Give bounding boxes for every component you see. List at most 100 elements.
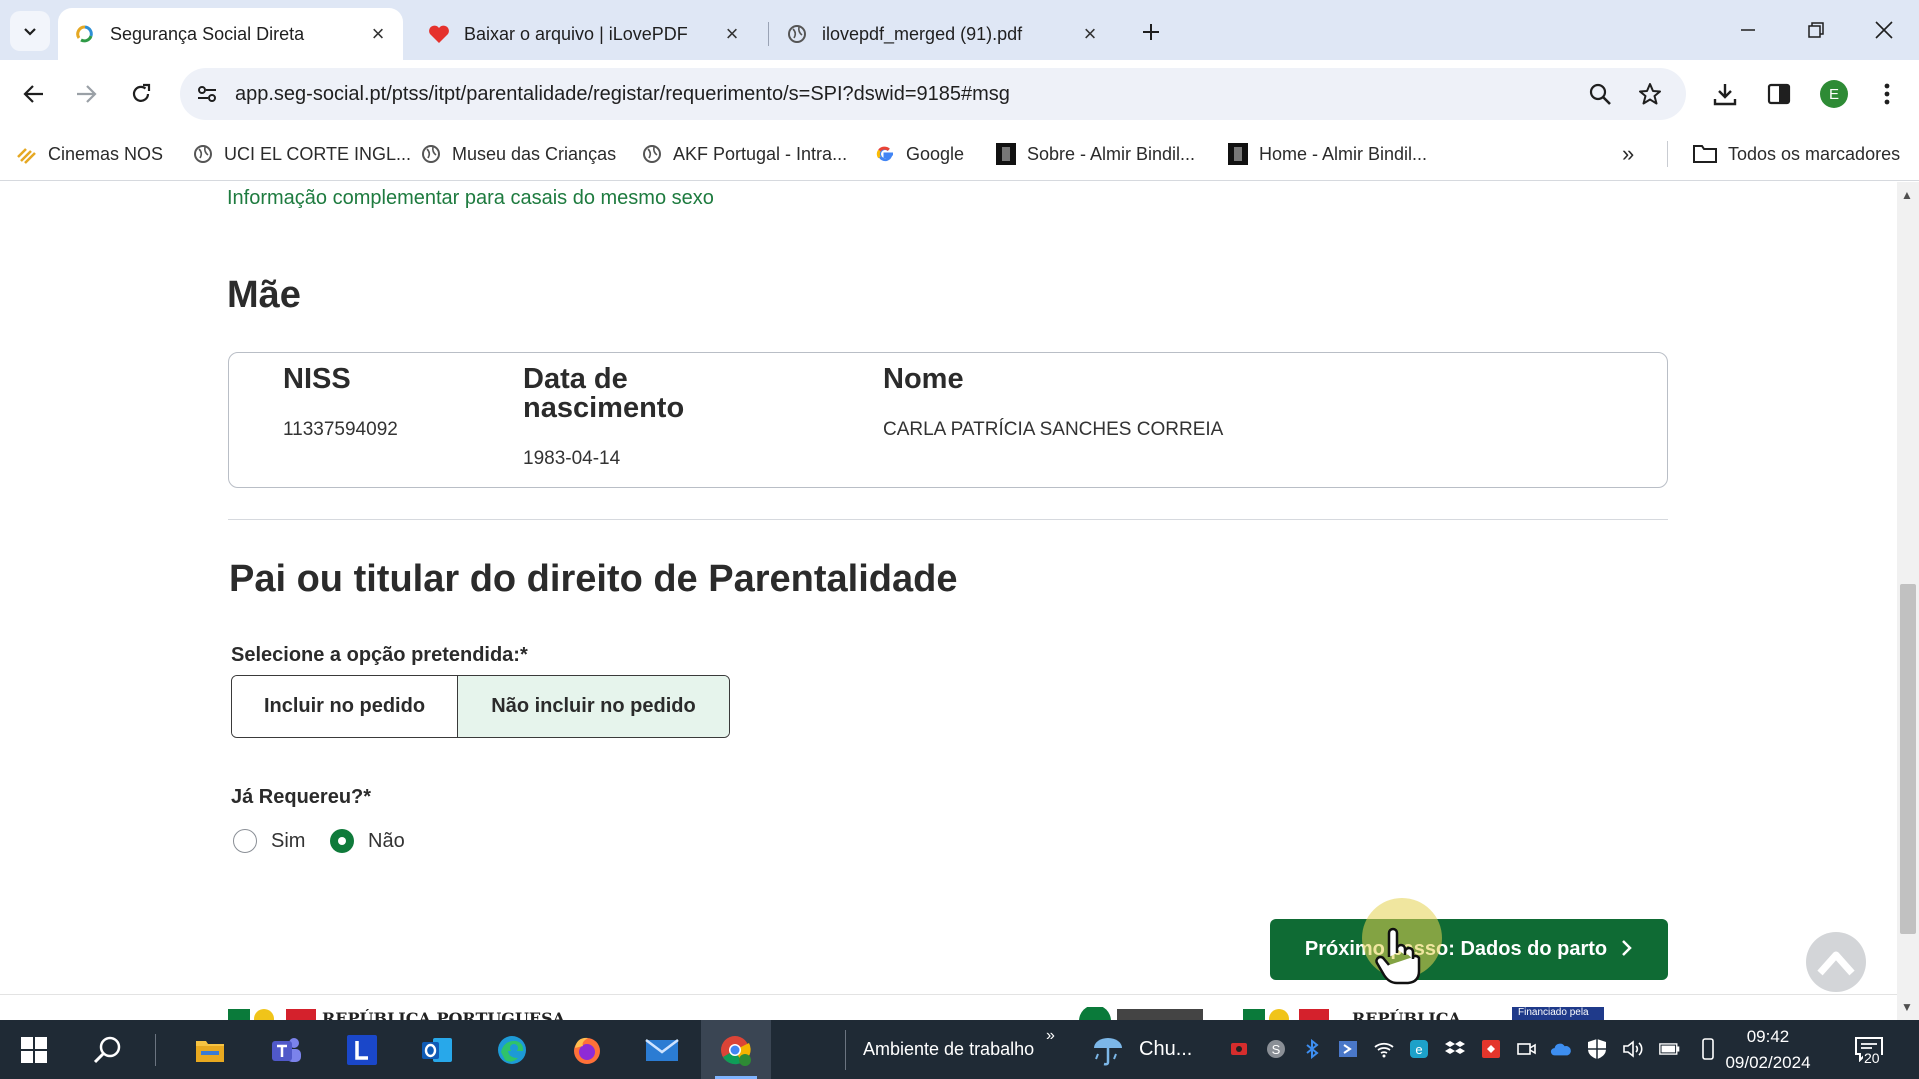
tab-ilovepdf[interactable]: Baixar o arquivo | iLovePDF ×	[412, 8, 757, 60]
desktop-toolbar-label[interactable]: Ambiente de trabalho	[863, 1020, 1034, 1079]
arrow-left-icon	[23, 85, 43, 103]
restore-button[interactable]	[1786, 8, 1846, 52]
zoom-icon[interactable]	[1586, 80, 1614, 108]
tray-e-app-icon[interactable]: e	[1408, 1038, 1430, 1060]
bookmark-label: Museu das Crianças	[452, 143, 617, 164]
dropbox-icon[interactable]	[1444, 1038, 1466, 1060]
chevron-up-icon	[1817, 951, 1855, 976]
site-settings-icon[interactable]	[194, 81, 220, 107]
back-to-top-button[interactable]	[1806, 932, 1866, 992]
globe-icon	[786, 23, 808, 45]
exclude-option-button[interactable]: Não incluir no pedido	[458, 676, 729, 737]
heart-icon	[428, 23, 450, 45]
bookmarks-separator	[1667, 141, 1668, 167]
menu-icon[interactable]	[1871, 78, 1903, 110]
include-option-toggle: Incluir no pedido Não incluir no pedido	[231, 675, 730, 738]
more-bookmarks-button[interactable]: »	[1622, 127, 1634, 181]
l-app-icon[interactable]	[342, 1030, 382, 1070]
option-label: Selecione a opção pretendida:*	[231, 644, 528, 666]
close-window-button[interactable]	[1854, 8, 1914, 52]
scroll-up-arrow-icon[interactable]: ▲	[1901, 188, 1913, 202]
toolbar-expand-icon[interactable]: »	[1046, 1006, 1055, 1065]
globe-icon	[641, 143, 663, 165]
radio-no[interactable]: Não	[330, 826, 405, 856]
scroll-thumb[interactable]	[1900, 584, 1916, 934]
page-scrollbar[interactable]: ▲ ▼	[1897, 182, 1919, 1020]
niss-value: 11337594092	[283, 419, 398, 440]
close-icon[interactable]: ×	[1079, 21, 1101, 46]
chevron-right-icon	[1621, 937, 1633, 963]
security-shield-icon[interactable]	[1586, 1038, 1608, 1060]
scroll-down-arrow-icon[interactable]: ▼	[1901, 1000, 1913, 1014]
tab-seguranca-social[interactable]: Segurança Social Direta ×	[58, 8, 403, 60]
file-explorer-icon[interactable]	[190, 1030, 230, 1070]
profile-initial: E	[1820, 80, 1848, 108]
next-step-button[interactable]: Próximo passo: Dados do parto	[1270, 919, 1668, 980]
tab-search-button[interactable]	[10, 11, 50, 51]
minimize-button[interactable]	[1718, 8, 1778, 52]
close-icon[interactable]: ×	[367, 21, 389, 46]
reload-button[interactable]	[121, 74, 161, 114]
mail-icon[interactable]	[642, 1030, 682, 1070]
republic-logo-icon	[228, 1009, 316, 1020]
new-tab-button[interactable]	[1133, 14, 1169, 50]
volume-icon[interactable]	[1622, 1038, 1644, 1060]
edge-icon[interactable]	[492, 1030, 532, 1070]
battery-icon[interactable]	[1659, 1038, 1681, 1060]
prr-logo-icon	[1079, 1007, 1203, 1020]
bookmark-museu[interactable]: Museu das Crianças	[420, 127, 616, 181]
tray-blue-app-icon[interactable]	[1337, 1038, 1359, 1060]
same-sex-info-link[interactable]: Informação complementar para casais do m…	[227, 187, 714, 210]
usb-icon[interactable]	[1697, 1038, 1719, 1060]
bookmark-akf[interactable]: AKF Portugal - Intra...	[641, 127, 847, 181]
outlook-icon[interactable]	[417, 1030, 457, 1070]
radio-yes[interactable]: Sim	[233, 826, 305, 856]
wifi-icon[interactable]	[1373, 1038, 1395, 1060]
bookmark-sobre-almir[interactable]: Sobre - Almir Bindil...	[995, 127, 1195, 181]
chrome-taskbar-active[interactable]	[701, 1020, 771, 1079]
download-icon[interactable]	[1709, 78, 1741, 110]
bookmark-cinemas-nos[interactable]: Cinemas NOS	[16, 127, 163, 181]
weather-icon[interactable]	[1088, 1030, 1128, 1070]
weather-label[interactable]: Chu...	[1139, 1020, 1192, 1079]
birth-date-header: Data de nascimento	[523, 363, 685, 424]
onedrive-icon[interactable]	[1550, 1038, 1572, 1060]
forward-button[interactable]	[66, 74, 106, 114]
name-value: CARLA PATRÍCIA SANCHES CORREIA	[883, 419, 1224, 440]
republic-logo-2-icon	[1243, 1009, 1329, 1020]
back-button[interactable]	[14, 74, 54, 114]
radio-circle[interactable]	[233, 829, 257, 853]
bookmark-uci[interactable]: UCI EL CORTE INGL...	[192, 127, 411, 181]
bookmark-star-icon[interactable]	[1636, 80, 1664, 108]
meet-now-icon[interactable]	[1515, 1038, 1537, 1060]
address-bar[interactable]: app.seg-social.pt/ptss/itpt/parentalidad…	[180, 68, 1686, 120]
skype-icon[interactable]: S	[1265, 1038, 1287, 1060]
bookmark-google[interactable]: Google	[874, 127, 964, 181]
start-button[interactable]	[14, 1030, 54, 1070]
firefox-icon[interactable]	[567, 1030, 607, 1070]
profile-avatar[interactable]: E	[1818, 78, 1850, 110]
name-header: Nome	[883, 363, 964, 395]
minimize-icon	[1741, 29, 1755, 31]
search-button[interactable]	[88, 1030, 128, 1070]
bookmark-home-almir[interactable]: Home - Almir Bindil...	[1227, 127, 1427, 181]
close-icon[interactable]: ×	[721, 21, 743, 46]
teams-icon[interactable]	[266, 1030, 306, 1070]
reload-icon	[132, 83, 151, 102]
bookmark-label: Cinemas NOS	[48, 143, 164, 164]
svg-text:S: S	[1272, 1042, 1281, 1057]
system-clock[interactable]: 09:42 09/02/2024	[1722, 1024, 1814, 1076]
bluetooth-icon[interactable]	[1301, 1038, 1323, 1060]
include-option-button[interactable]: Incluir no pedido	[232, 676, 458, 737]
tab-merged-pdf[interactable]: ilovepdf_merged (91).pdf ×	[770, 8, 1115, 60]
page-footer: REPÚBLICA PORTUGUESA REPÚBLICA Financiad…	[0, 994, 1897, 1020]
tray-red-app-icon[interactable]	[1228, 1038, 1250, 1060]
globe-icon	[420, 143, 442, 165]
anydesk-icon[interactable]	[1480, 1038, 1502, 1060]
page-content: Informação complementar para casais do m…	[0, 182, 1897, 1020]
radio-circle-checked[interactable]	[330, 829, 354, 853]
side-panel-icon[interactable]	[1763, 78, 1795, 110]
seg-social-favicon-icon	[74, 23, 96, 45]
all-bookmarks-button[interactable]: Todos os marcadores	[1692, 127, 1900, 181]
next-step-label: Próximo passo: Dados do parto	[1304, 938, 1608, 960]
